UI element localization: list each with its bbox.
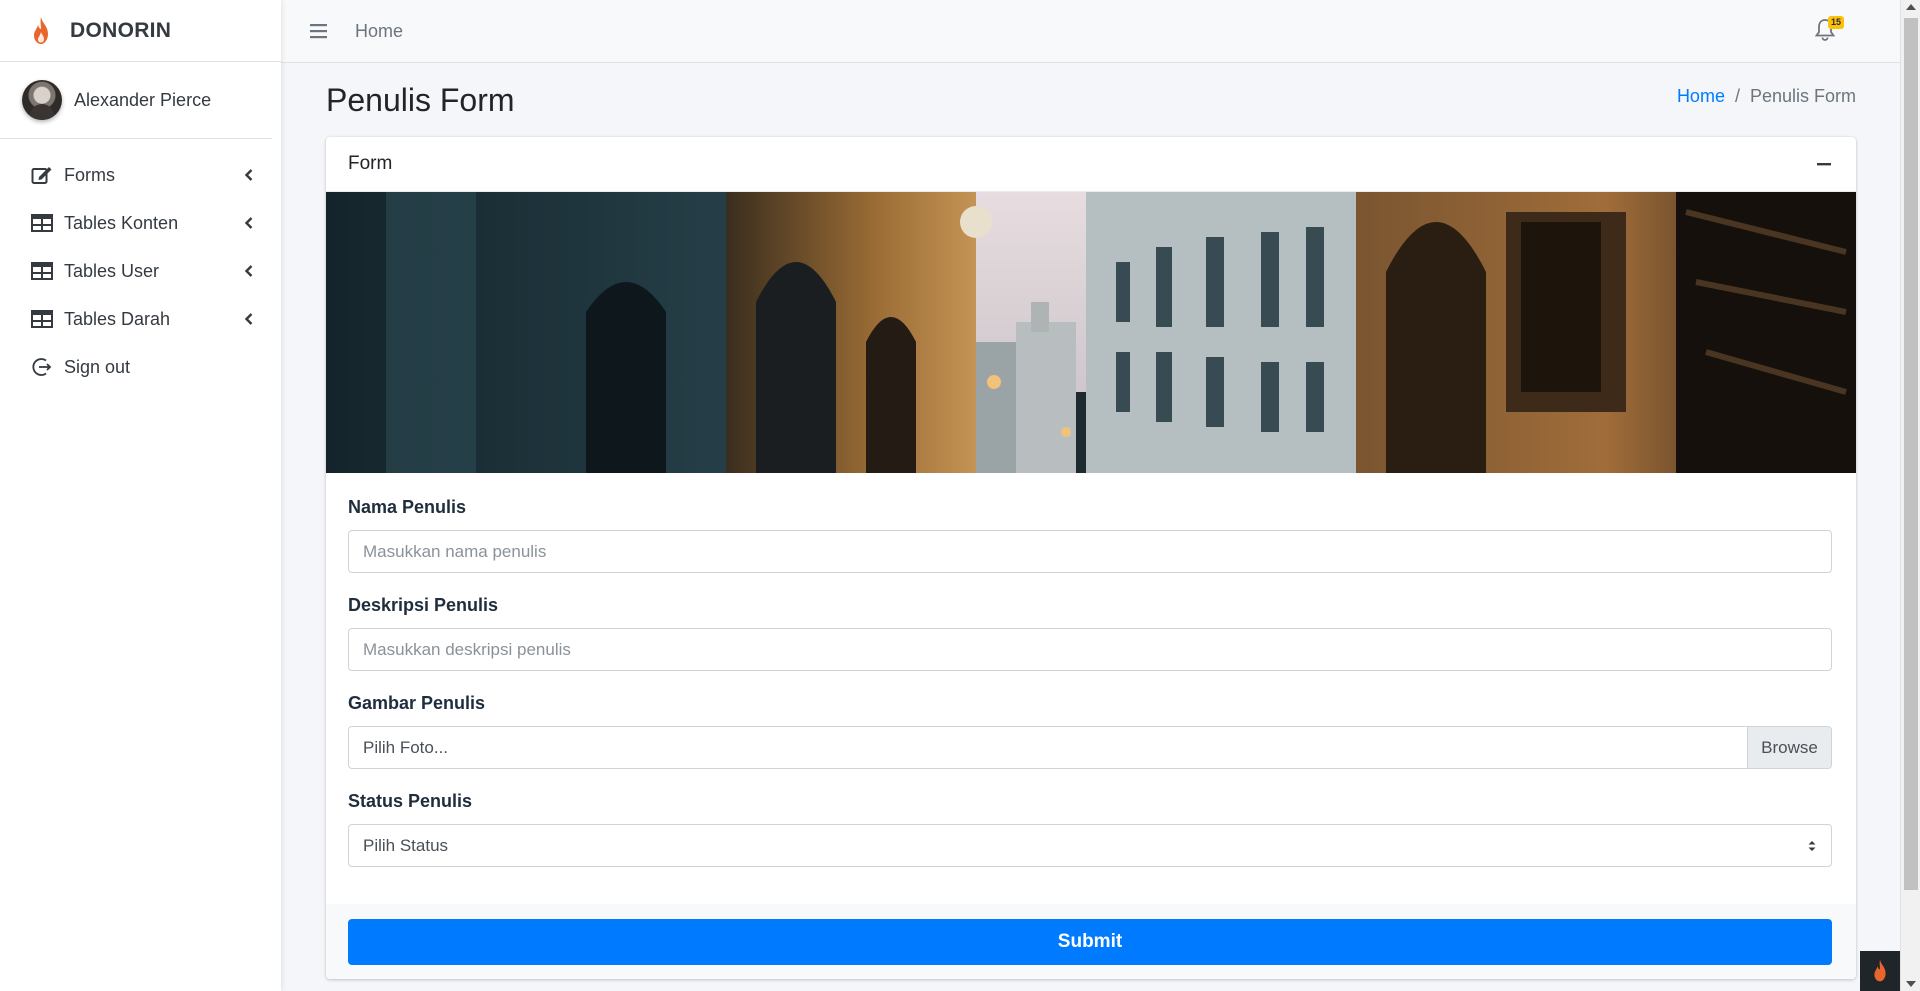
chevron-left-icon — [244, 265, 253, 277]
breadcrumb-current: Penulis Form — [1749, 86, 1856, 106]
scroll-down-arrow-icon[interactable] — [1906, 981, 1916, 987]
notifications-button[interactable]: 15 — [1814, 16, 1845, 44]
scroll-up-arrow-icon[interactable] — [1906, 4, 1916, 10]
table-icon — [30, 212, 54, 234]
table-icon — [30, 308, 54, 330]
floating-flame-button[interactable] — [1860, 951, 1900, 991]
status-label: Status Penulis — [348, 791, 473, 811]
sidebar-item-tables-konten[interactable]: Tables Konten — [0, 199, 281, 247]
nama-group: Nama Penulis — [348, 497, 1834, 573]
sidebar-item-sign-out[interactable]: Sign out — [0, 343, 281, 391]
user-panel[interactable]: Alexander Pierce — [0, 62, 272, 139]
status-group: Status Penulis Pilih Status — [348, 791, 1834, 867]
street-photo — [326, 192, 1856, 473]
breadcrumb: Home / Penulis Form — [1677, 86, 1856, 107]
top-home-link[interactable]: Home — [355, 21, 403, 42]
top-navbar: Home 15 — [281, 0, 1900, 63]
sidebar-item-label: Sign out — [64, 356, 131, 377]
sidebar-item-forms[interactable]: Forms — [0, 151, 281, 199]
sidebar-item-tables-darah[interactable]: Tables Darah — [0, 295, 281, 343]
card-footer: Submit — [326, 904, 1856, 979]
flame-icon — [1874, 959, 1886, 982]
brand-name: DONORIN — [70, 18, 172, 42]
user-name[interactable]: Alexander Pierce — [74, 90, 211, 111]
deskripsi-label: Deskripsi Penulis — [348, 595, 499, 615]
file-label[interactable]: Pilih Foto... — [349, 738, 1747, 758]
page-title: Penulis Form — [326, 82, 515, 118]
sidebar: DONORIN Alexander Pierce Forms Tables Ko… — [0, 0, 281, 991]
chevron-left-icon — [244, 313, 253, 325]
scroll-thumb[interactable] — [1904, 18, 1918, 890]
nama-input[interactable] — [348, 530, 1832, 573]
page-scrollbar[interactable] — [1900, 0, 1920, 991]
hamburger-menu-icon[interactable] — [309, 22, 329, 40]
chevron-left-icon — [244, 169, 253, 181]
sidebar-item-label: Forms — [64, 164, 115, 185]
collapse-button[interactable] — [1814, 154, 1834, 174]
flame-icon — [34, 16, 48, 44]
browse-button[interactable]: Browse — [1747, 727, 1831, 768]
sidebar-item-label: Tables User — [64, 260, 160, 281]
sidebar-item-label: Tables Konten — [64, 212, 179, 233]
user-avatar — [22, 80, 62, 120]
notification-badge: 15 — [1828, 16, 1845, 29]
status-select[interactable]: Pilih Status — [348, 824, 1832, 867]
breadcrumb-home-link[interactable]: Home — [1677, 86, 1725, 107]
file-input[interactable]: Pilih Foto... Browse — [348, 726, 1832, 769]
deskripsi-input[interactable] — [348, 628, 1832, 671]
table-icon — [30, 260, 54, 282]
brand-link[interactable]: DONORIN — [0, 0, 281, 62]
submit-button[interactable]: Submit — [348, 918, 1832, 965]
sidebar-item-label: Tables Darah — [64, 308, 171, 329]
form-card: Form Nama Penulis Masukkan nama penulis … — [326, 137, 1856, 979]
breadcrumb-separator: / — [1734, 86, 1740, 106]
select-arrows-icon — [1808, 840, 1816, 851]
status-selected-value: Pilih Status — [363, 835, 449, 855]
gambar-group: Gambar Penulis Pilih Foto... Browse — [348, 693, 1834, 769]
deskripsi-group: Deskripsi Penulis — [348, 595, 1834, 671]
card-title: Form — [348, 153, 393, 174]
card-header: Form — [326, 137, 1856, 192]
sign-out-icon — [30, 356, 54, 378]
edit-icon — [30, 164, 54, 186]
banner-image — [326, 192, 1856, 473]
gambar-label: Gambar Penulis — [348, 693, 486, 713]
form-body: Nama Penulis Deskripsi Penulis Gambar Pe… — [326, 473, 1856, 867]
sidebar-nav: Forms Tables Konten Tables User Tables D… — [0, 139, 281, 391]
sidebar-item-tables-user[interactable]: Tables User — [0, 247, 281, 295]
chevron-left-icon — [244, 217, 253, 229]
minus-icon — [1817, 163, 1831, 166]
nama-label: Nama Penulis — [348, 497, 467, 517]
content-header: Penulis Form Home / Penulis Form — [326, 78, 1856, 122]
